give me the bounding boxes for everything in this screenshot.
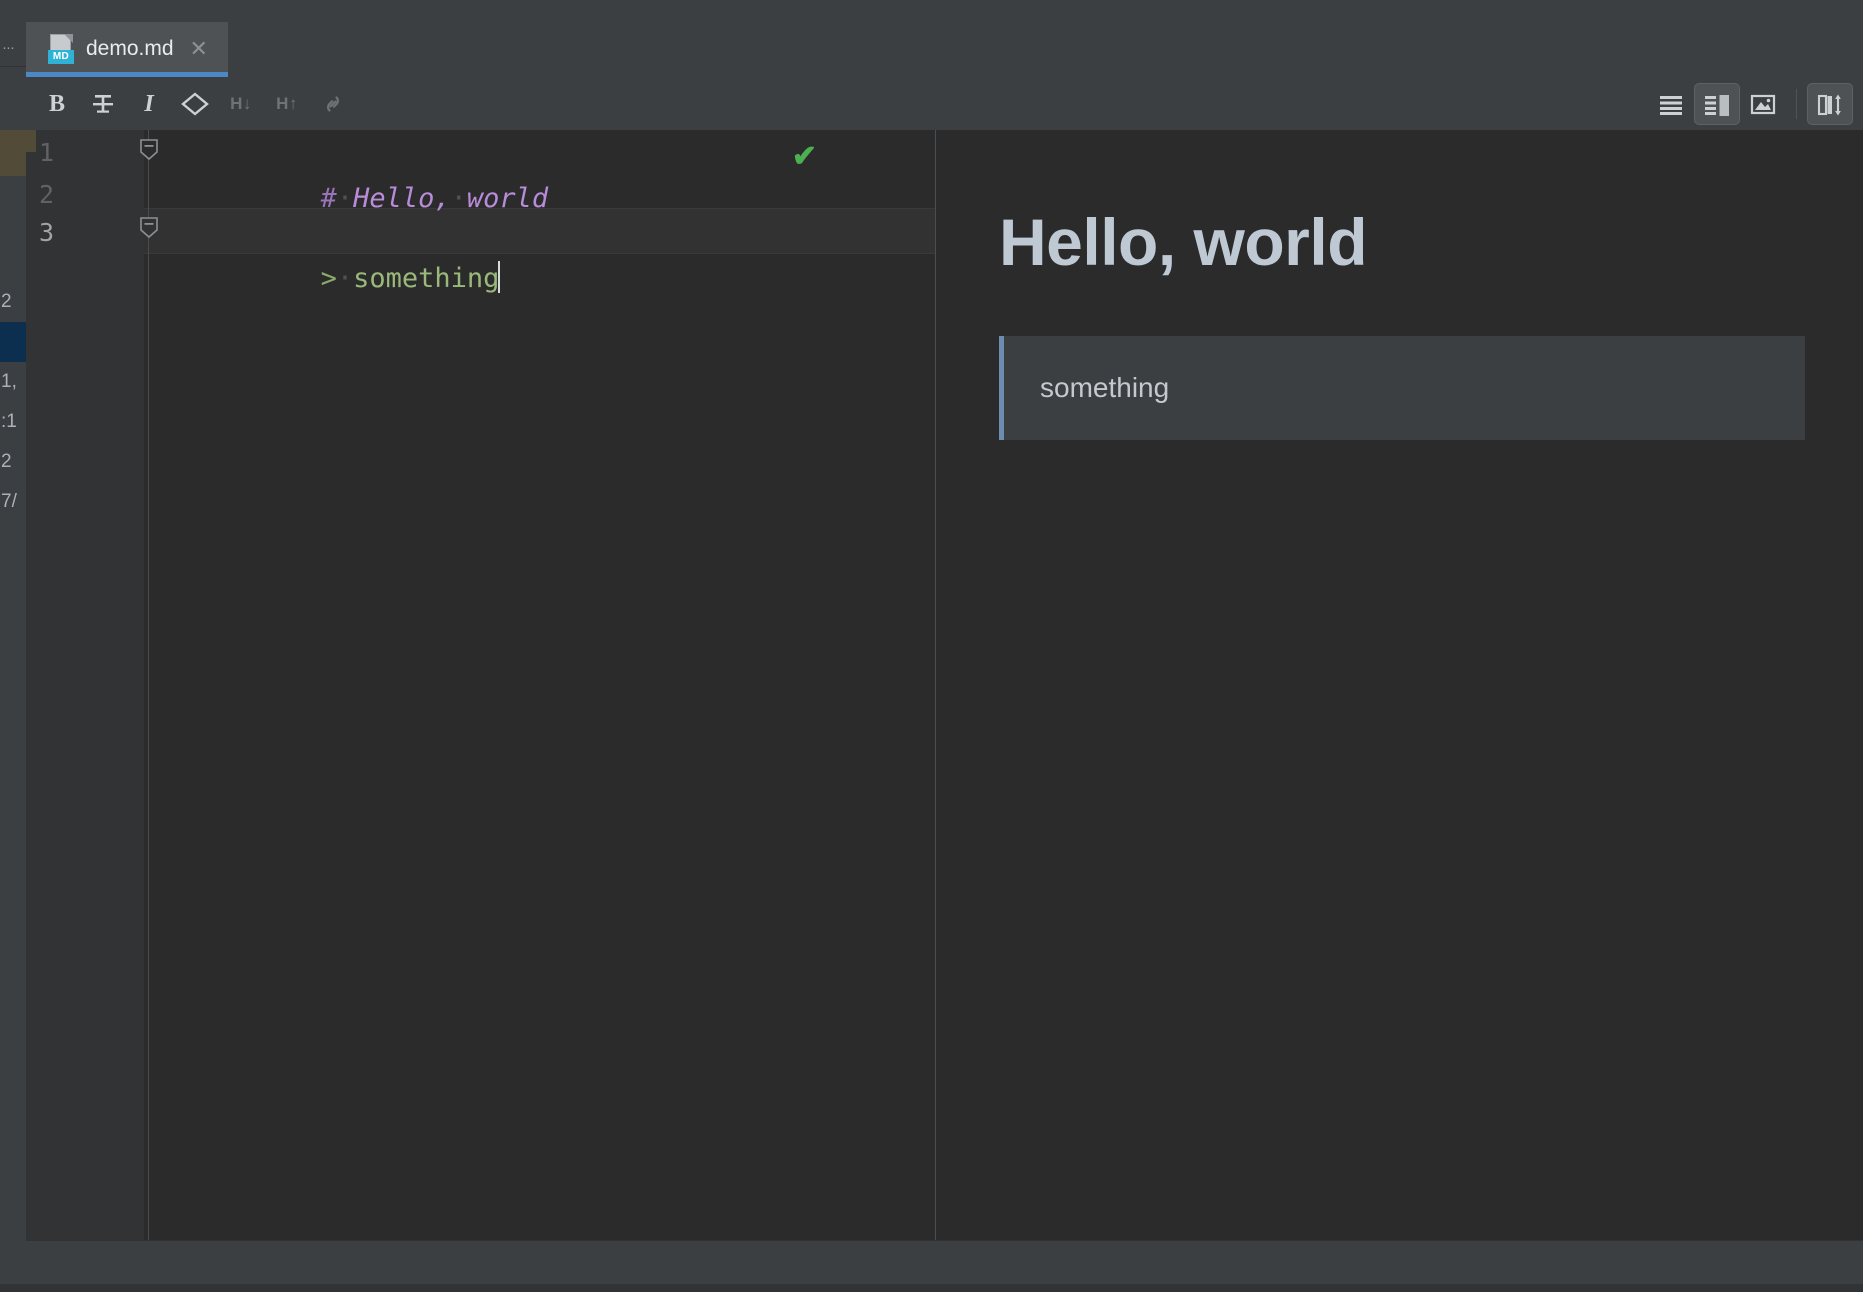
md-badge-label: MD — [48, 50, 74, 64]
list-item[interactable]: :1 — [0, 402, 26, 442]
sliver-menu-dots-icon[interactable]: ··· — [2, 40, 14, 55]
blockquote-text-token: something — [353, 263, 499, 294]
toolbar-left-group: B I — [34, 78, 356, 130]
view-split-button[interactable] — [1694, 83, 1740, 125]
window-bottom-edge — [0, 1284, 1863, 1292]
window-top-edge — [0, 0, 1863, 22]
toolbar-separator — [1796, 89, 1797, 119]
heading-up-icon: H↑ — [276, 94, 298, 114]
preview-content: Hello, world something — [937, 130, 1863, 440]
ide-window: ··· 2 1, :1 2 7/ MD demo.md ✕ — [0, 0, 1863, 1292]
link-button[interactable] — [310, 83, 356, 125]
italic-icon: I — [144, 91, 153, 118]
left-tool-window-sliver[interactable]: ··· 2 1, :1 2 7/ — [0, 0, 26, 1292]
heading-down-button[interactable]: H↓ — [218, 83, 264, 125]
toggle-layout-button[interactable] — [1807, 83, 1853, 125]
fold-marker-line-3[interactable] — [138, 216, 160, 238]
tab-label: demo.md — [86, 37, 174, 61]
swap-panes-icon — [1815, 91, 1845, 117]
list-item[interactable]: 2 — [0, 442, 26, 482]
editor-window: MD demo.md ✕ B — [26, 0, 1863, 1292]
inspection-ok-check-icon[interactable]: ✔ — [792, 142, 817, 172]
whitespace-dot: · — [337, 263, 353, 294]
list-item[interactable]: 7/ — [0, 482, 26, 522]
list-item[interactable] — [0, 322, 26, 362]
code-folding-rail — [148, 130, 149, 1240]
view-preview-only-button[interactable] — [1740, 83, 1786, 125]
bold-button[interactable]: B — [34, 83, 80, 125]
preview-blockquote: something — [999, 336, 1805, 440]
fold-marker-line-1[interactable] — [138, 138, 160, 160]
line-number: 3 — [26, 210, 54, 256]
markdown-preview[interactable]: Hello, world something — [937, 130, 1863, 1240]
strikethrough-icon — [90, 91, 116, 117]
code-line-1[interactable]: #·Hello,·world — [158, 130, 548, 176]
code-line-3[interactable]: >·something — [158, 210, 500, 256]
preview-heading: Hello, world — [999, 204, 1805, 280]
source-editor[interactable]: 1 2 3 # — [26, 130, 936, 1240]
tab-demo-md[interactable]: MD demo.md ✕ — [26, 22, 228, 76]
preview-only-icon — [1748, 91, 1778, 117]
blockquote-marker-token: > — [321, 263, 337, 294]
text-caret — [498, 261, 500, 293]
editor-tab-strip: MD demo.md ✕ — [26, 22, 1863, 79]
code-button[interactable] — [172, 83, 218, 125]
split-view-icon — [1702, 91, 1732, 117]
code-icon — [180, 91, 210, 117]
link-icon — [320, 91, 346, 117]
close-icon[interactable]: ✕ — [186, 36, 212, 62]
split-panes: 1 2 3 # — [26, 130, 1863, 1240]
heading-down-icon: H↓ — [230, 94, 252, 114]
line-number: 1 — [26, 130, 54, 176]
editor-only-icon — [1656, 91, 1686, 117]
heading-up-button[interactable]: H↑ — [264, 83, 310, 125]
list-item[interactable]: 2 — [0, 282, 26, 322]
editor-gutter[interactable]: 1 2 3 — [26, 130, 144, 1240]
view-editor-only-button[interactable] — [1648, 83, 1694, 125]
italic-button[interactable]: I — [126, 83, 172, 125]
strikethrough-button[interactable] — [80, 83, 126, 125]
toolbar-right-group — [1648, 78, 1853, 130]
bold-icon: B — [49, 91, 65, 118]
markdown-toolbar: B I — [26, 78, 1863, 131]
markdown-file-icon: MD — [48, 34, 74, 64]
sliver-result-list[interactable]: 2 1, :1 2 7/ — [0, 282, 26, 522]
list-item[interactable]: 1, — [0, 362, 26, 402]
preview-blockquote-text: something — [1040, 372, 1805, 404]
sliver-modified-stripe — [0, 130, 26, 176]
